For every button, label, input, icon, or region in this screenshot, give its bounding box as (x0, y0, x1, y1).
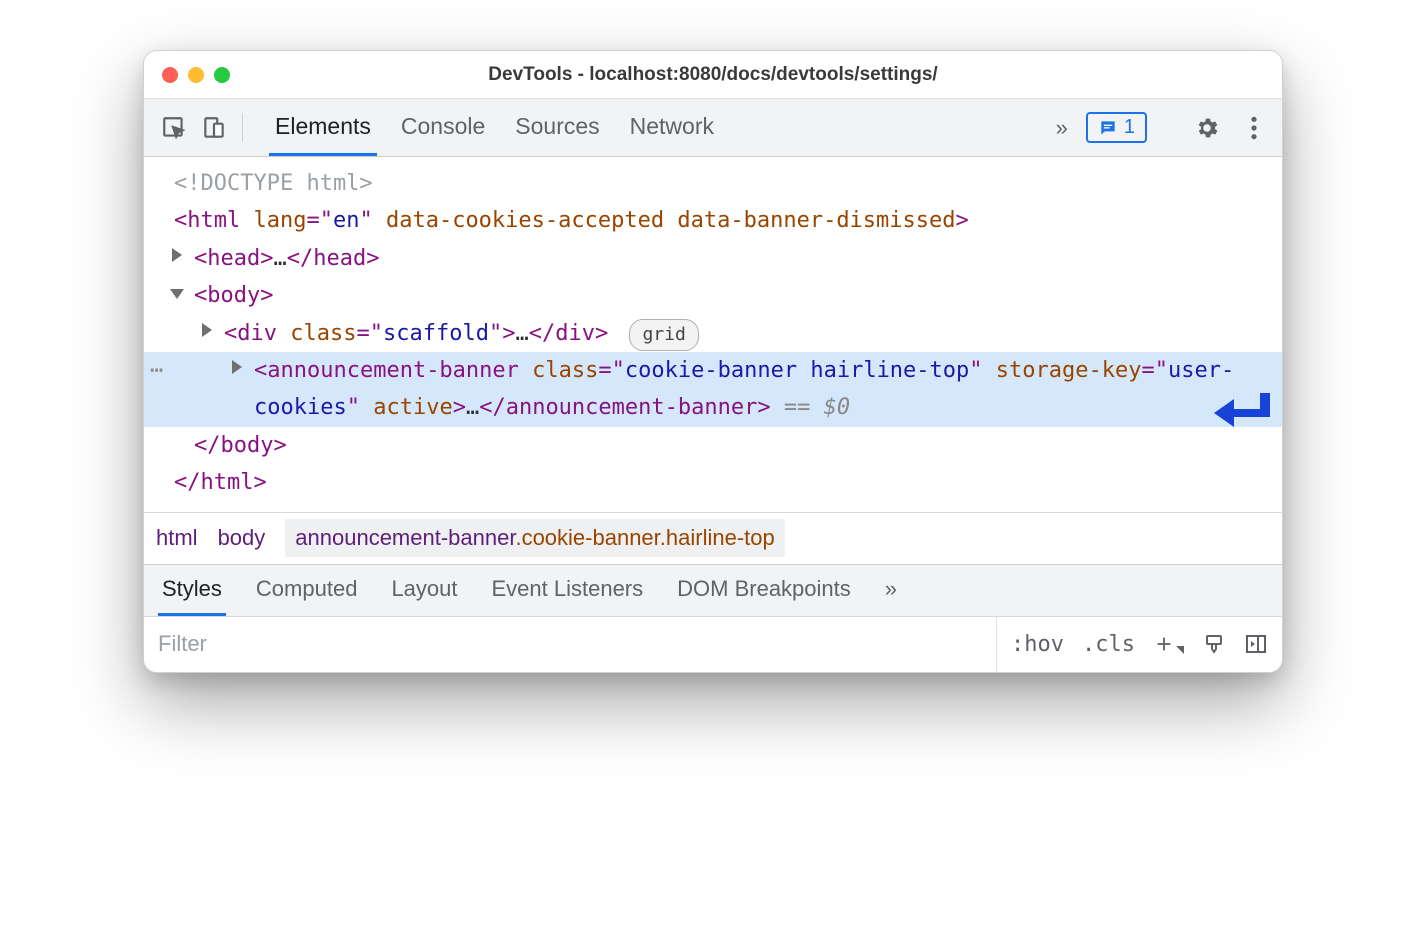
breadcrumb-body[interactable]: body (218, 525, 266, 551)
devtools-window: DevTools - localhost:8080/docs/devtools/… (143, 50, 1283, 673)
tab-elements[interactable]: Elements (269, 99, 377, 156)
expand-icon[interactable] (202, 323, 212, 337)
device-toggle-icon[interactable] (194, 99, 234, 156)
more-tabs-icon[interactable]: » (1048, 115, 1076, 141)
expand-icon[interactable] (232, 360, 242, 374)
tab-styles[interactable]: Styles (158, 565, 226, 616)
toggle-sidebar-icon[interactable] (1244, 632, 1268, 656)
tab-layout[interactable]: Layout (387, 565, 461, 616)
collapse-icon[interactable] (170, 289, 184, 299)
chat-icon (1098, 118, 1118, 138)
dom-body-close[interactable]: </body> (144, 427, 1282, 464)
tab-network[interactable]: Network (624, 99, 720, 156)
breadcrumb-html[interactable]: html (156, 525, 198, 551)
tab-computed[interactable]: Computed (252, 565, 362, 616)
toggle-hov-button[interactable]: :hov (1011, 632, 1064, 657)
panel-tabs: Elements Console Sources Network (251, 99, 720, 156)
more-styles-tabs-icon[interactable]: » (881, 565, 901, 616)
dom-html-open[interactable]: <html lang="en" data-cookies-accepted da… (144, 202, 1282, 239)
main-toolbar: Elements Console Sources Network » 1 (144, 99, 1282, 157)
dom-announcement-banner[interactable]: ⋯ <announcement-banner class="cookie-ban… (144, 352, 1282, 427)
tab-event-listeners[interactable]: Event Listeners (488, 565, 648, 616)
styles-filter-input[interactable] (144, 617, 996, 672)
more-options-icon[interactable] (1240, 115, 1268, 141)
settings-icon[interactable] (1184, 115, 1230, 141)
dom-html-close[interactable]: </html> (144, 464, 1282, 501)
tab-console[interactable]: Console (395, 99, 491, 156)
dom-head[interactable]: <head>…</head> (144, 240, 1282, 277)
minimize-window-button[interactable] (188, 67, 204, 83)
zoom-window-button[interactable] (214, 67, 230, 83)
dom-doctype[interactable]: <!DOCTYPE html> (144, 165, 1282, 202)
toolbar-separator (242, 113, 243, 142)
issues-count: 1 (1124, 116, 1135, 139)
breadcrumb: html body announcement-banner.cookie-ban… (144, 512, 1282, 564)
toggle-cls-button[interactable]: .cls (1082, 632, 1135, 657)
dom-body-open[interactable]: <body> (144, 277, 1282, 314)
breadcrumb-selected[interactable]: announcement-banner.cookie-banner.hairli… (285, 519, 784, 557)
traffic-lights (162, 67, 230, 83)
inspect-element-icon[interactable] (154, 99, 194, 156)
styles-tabbar: Styles Computed Layout Event Listeners D… (144, 564, 1282, 616)
styles-tools: :hov .cls (996, 617, 1282, 672)
window-title: DevTools - localhost:8080/docs/devtools/… (144, 64, 1282, 86)
grid-badge[interactable]: grid (629, 319, 698, 352)
issues-badge[interactable]: 1 (1086, 112, 1147, 143)
expand-icon[interactable] (172, 248, 182, 262)
styles-filter-row: :hov .cls (144, 616, 1282, 672)
gutter-menu-icon[interactable]: ⋯ (150, 352, 165, 389)
new-style-rule-icon[interactable] (1153, 633, 1184, 655)
paint-brush-icon[interactable] (1202, 632, 1226, 656)
tab-sources[interactable]: Sources (509, 99, 605, 156)
close-window-button[interactable] (162, 67, 178, 83)
titlebar: DevTools - localhost:8080/docs/devtools/… (144, 51, 1282, 99)
dom-tree[interactable]: <!DOCTYPE html> <html lang="en" data-coo… (144, 157, 1282, 512)
tab-dom-breakpoints[interactable]: DOM Breakpoints (673, 565, 855, 616)
dom-div-scaffold[interactable]: <div class="scaffold">…</div> grid (144, 315, 1282, 352)
